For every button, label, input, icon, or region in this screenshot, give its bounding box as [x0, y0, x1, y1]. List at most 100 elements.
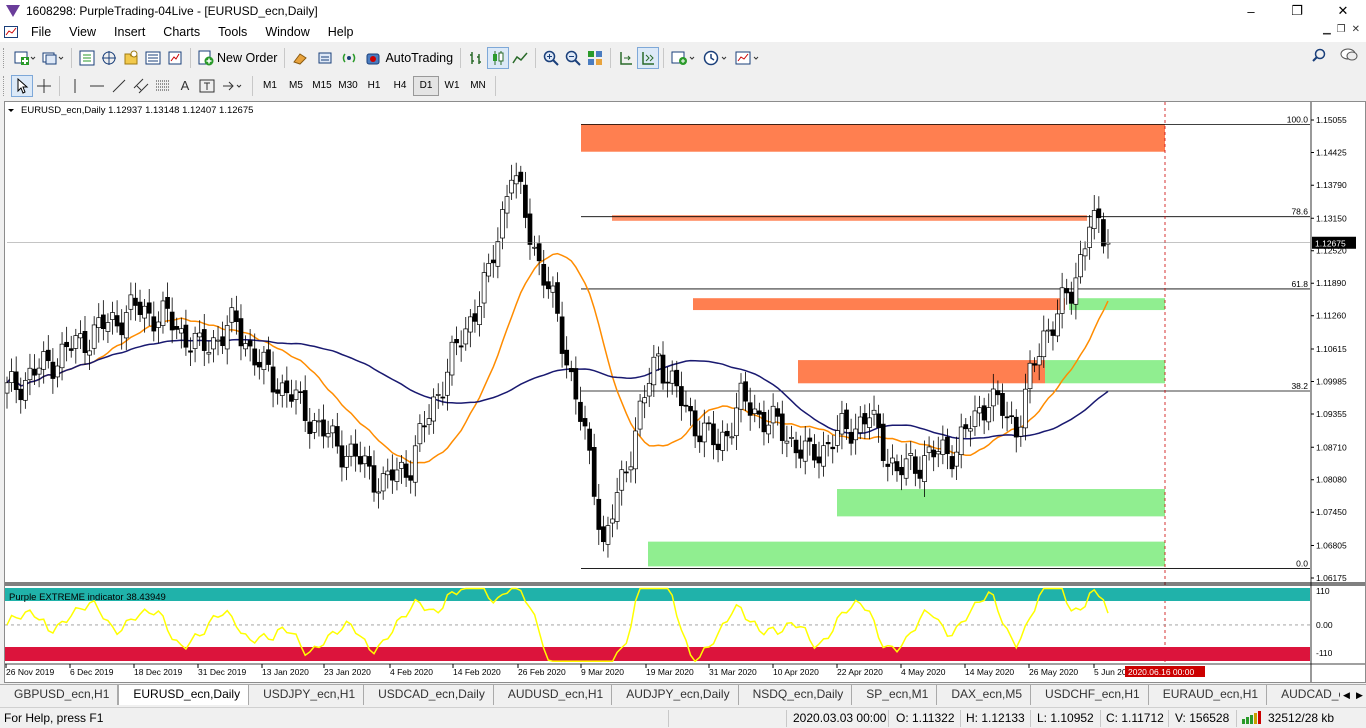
indicator-tick-label: -110 [1316, 648, 1333, 658]
text-button[interactable]: A [174, 75, 196, 97]
bull-candle [1027, 362, 1033, 389]
metaeditor-button[interactable] [289, 47, 313, 69]
candle [527, 198, 533, 260]
radio-button[interactable] [337, 47, 361, 69]
tf-d1[interactable]: D1 [413, 75, 439, 96]
text-label-button[interactable] [196, 75, 218, 97]
bear-candle [270, 366, 276, 393]
tf-m5[interactable]: M5 [283, 76, 309, 96]
bull-candle [770, 405, 776, 424]
mdi-minimize-icon[interactable]: ▁ [1323, 24, 1331, 35]
chart-doc-icon[interactable] [0, 26, 22, 38]
bull-candle [513, 175, 519, 185]
candle [325, 420, 331, 448]
tab-right-icon[interactable]: ▶ [1353, 686, 1366, 704]
bear-candle [756, 410, 762, 415]
menu-help[interactable]: Help [319, 25, 363, 39]
bear-candle [1013, 416, 1019, 438]
market-watch-button[interactable] [76, 47, 98, 69]
close-button[interactable]: ✕ [1320, 0, 1366, 22]
chart-tab[interactable]: NSDQ_ecn,Daily [739, 685, 853, 705]
chart-window[interactable]: 100.0 78.6 61.8 38.2 0.0 1.15055 1.14425 1.137… [4, 101, 1366, 683]
chart-shift-button[interactable] [615, 47, 637, 69]
new-order-button[interactable]: New Order [195, 47, 280, 69]
tf-w1[interactable]: W1 [439, 76, 465, 96]
trendline-button[interactable] [108, 75, 130, 97]
channel-icon [133, 78, 149, 93]
navigator-button[interactable] [120, 47, 142, 69]
tf-m1[interactable]: M1 [257, 76, 283, 96]
new-chart-button[interactable] [11, 47, 39, 69]
chart-tab[interactable]: AUDUSD_ecn,H1 [494, 685, 613, 705]
periods-button[interactable] [700, 47, 732, 69]
horizontal-line-button[interactable] [86, 75, 108, 97]
chart-tab[interactable]: USDCAD_ecn,Daily [364, 685, 494, 705]
candle [720, 420, 726, 461]
price-chart[interactable]: 100.0 78.6 61.8 38.2 0.0 1.15055 1.14425 1.137… [5, 102, 1365, 682]
chart-tab[interactable]: EURAUD_ecn,H1 [1149, 685, 1268, 705]
tab-left-icon[interactable]: ◀ [1340, 686, 1353, 704]
menu-window[interactable]: Window [256, 25, 318, 39]
mdi-restore-icon[interactable]: ❐ [1337, 24, 1346, 35]
line-chart-button[interactable] [509, 47, 531, 69]
zoom-in-button[interactable] [540, 47, 562, 69]
bear-candle [13, 371, 19, 390]
profiles-button[interactable] [39, 47, 67, 69]
cursor-button[interactable] [11, 74, 33, 97]
vertical-line-button[interactable] [64, 75, 86, 97]
menu-file[interactable]: File [22, 25, 60, 39]
candle [1046, 318, 1051, 343]
chart-header-arrow-icon[interactable] [8, 109, 14, 112]
templates-button[interactable] [732, 47, 764, 69]
chat-icon[interactable] [1340, 48, 1358, 65]
tf-mn[interactable]: MN [465, 76, 491, 96]
tf-h4[interactable]: H4 [387, 76, 413, 96]
terminal-button[interactable] [142, 47, 164, 69]
tf-m15[interactable]: M15 [309, 76, 335, 96]
tf-h1[interactable]: H1 [361, 76, 387, 96]
auto-trading-button[interactable]: AutoTrading [361, 47, 456, 69]
menu-insert[interactable]: Insert [105, 25, 154, 39]
bar-chart-button[interactable] [465, 47, 487, 69]
bear-candle [165, 296, 170, 309]
chart-tab[interactable]: USDCHF_ecn,H1 [1031, 685, 1149, 705]
chart-tab[interactable]: DAX_ecn,M5 [937, 685, 1032, 705]
chart-tab[interactable]: GBPUSD_ecn,H1 [0, 685, 119, 705]
indicators-button[interactable] [668, 47, 700, 69]
menu-view[interactable]: View [60, 25, 105, 39]
tf-m30[interactable]: M30 [335, 76, 361, 96]
zoom-out-button[interactable] [562, 47, 584, 69]
strategy-tester-button[interactable] [164, 47, 186, 69]
search-icon[interactable] [1312, 48, 1326, 65]
chart-tab[interactable]: EURUSD_ecn,Daily [118, 685, 250, 705]
candle [334, 412, 340, 454]
candle [1018, 415, 1024, 447]
chart-tab[interactable]: USDJPY_ecn,H1 [249, 685, 365, 705]
chart-tab[interactable]: SP_ecn,M1 [852, 685, 938, 705]
tile-windows-button[interactable] [584, 47, 606, 69]
bear-candle [174, 326, 180, 330]
candlestick-button[interactable] [487, 47, 510, 69]
chart-tab[interactable]: AUDJPY_ecn,Daily [612, 685, 739, 705]
crosshair-data-button[interactable] [98, 47, 120, 69]
bull-candle [495, 241, 501, 267]
menu-charts[interactable]: Charts [154, 25, 209, 39]
candle [133, 282, 138, 321]
candle [174, 317, 180, 340]
tile-windows-icon [588, 51, 603, 65]
mdi-close-icon[interactable]: ✕ [1352, 24, 1360, 35]
bull-candle [610, 518, 615, 524]
bull-candle [243, 343, 248, 350]
auto-scroll-button[interactable] [637, 47, 660, 69]
price-tick-label: 1.06805 [1316, 541, 1347, 551]
fibonacci-button[interactable] [152, 75, 174, 97]
candle [536, 235, 542, 276]
signals-button[interactable] [313, 47, 337, 69]
maximize-button[interactable]: ❐ [1274, 0, 1320, 22]
crosshair-button[interactable] [33, 75, 55, 97]
menu-tools[interactable]: Tools [209, 25, 256, 39]
candle [885, 448, 891, 482]
arrows-button[interactable] [218, 75, 248, 97]
minimize-button[interactable]: – [1228, 0, 1274, 22]
equidistant-channel-button[interactable] [130, 75, 152, 97]
